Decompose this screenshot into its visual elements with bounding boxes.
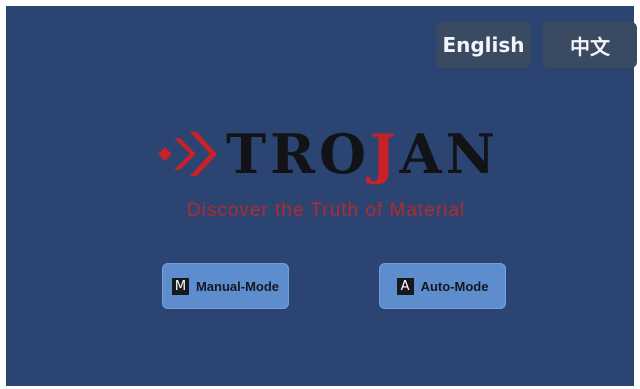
- auto-mode-label: Auto-Mode: [420, 278, 489, 294]
- brand-name-start: TRO: [226, 122, 371, 186]
- brand-tagline: Discover the Truth of Material: [186, 200, 466, 221]
- brand-name-end: AN: [399, 122, 499, 186]
- manual-mode-button[interactable]: M Manual-Mode: [162, 263, 289, 309]
- english-language-button[interactable]: English: [436, 22, 531, 68]
- brand-name: TROJAN: [226, 124, 499, 184]
- trojan-logo: TROJAN: [156, 124, 516, 184]
- chinese-language-label: 中文: [570, 34, 610, 59]
- auto-mode-icon: A: [396, 277, 414, 295]
- chinese-language-button[interactable]: 中文: [543, 22, 637, 68]
- main-screen: English 中文 TROJAN Discover the Truth of …: [6, 6, 637, 386]
- brand-name-highlight: J: [370, 122, 400, 186]
- chevron-logo-icon: [158, 132, 217, 176]
- manual-mode-icon: M: [171, 277, 189, 295]
- manual-mode-label: Manual-Mode: [195, 278, 280, 294]
- english-language-label: English: [442, 33, 525, 57]
- auto-mode-button[interactable]: A Auto-Mode: [379, 263, 506, 309]
